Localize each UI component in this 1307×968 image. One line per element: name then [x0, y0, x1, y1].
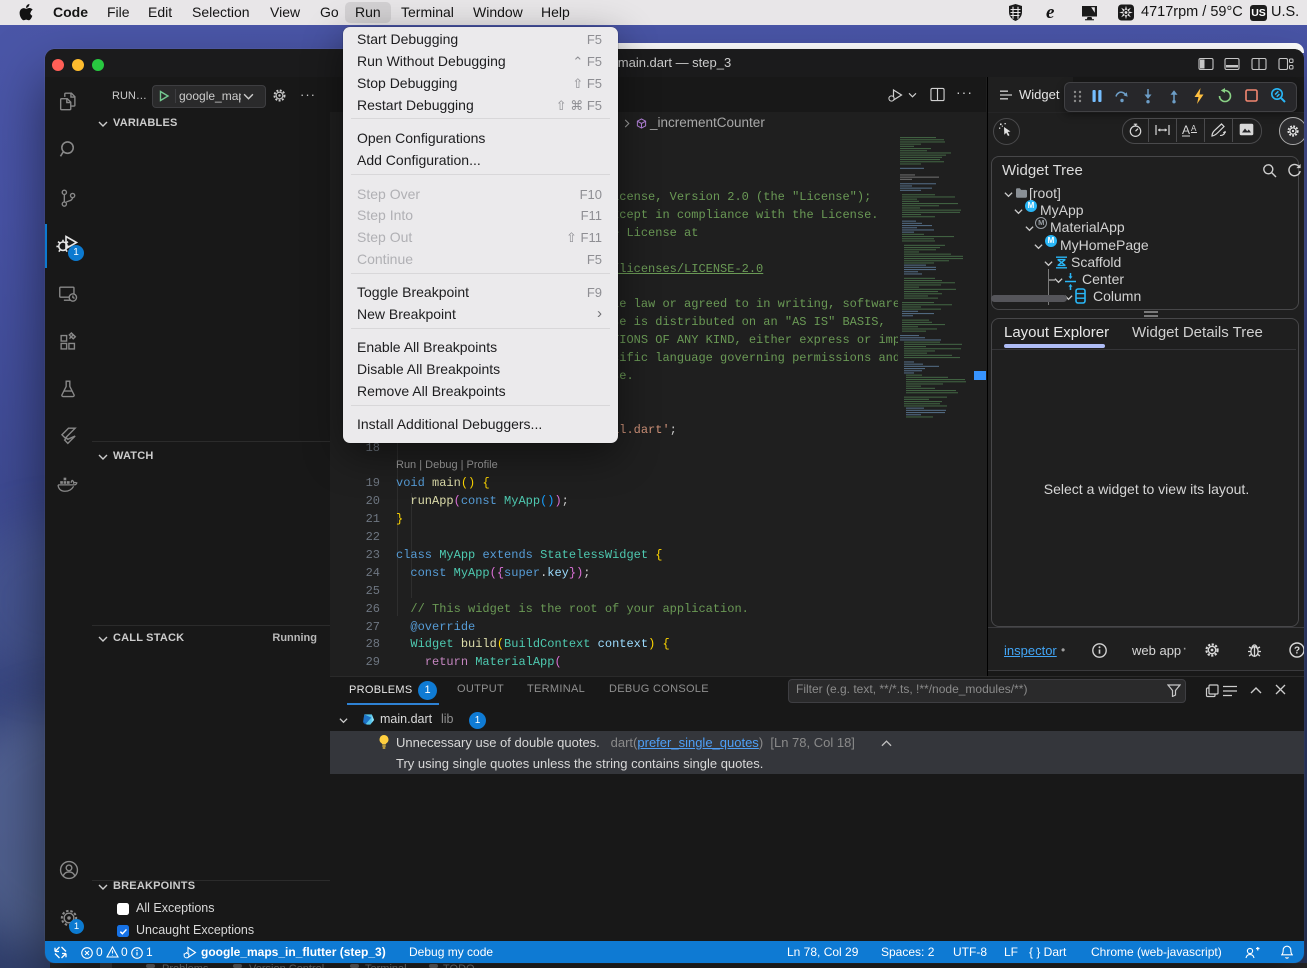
svg-text:A: A — [1191, 124, 1197, 133]
svg-text:A: A — [1182, 123, 1190, 137]
svg-text:?: ? — [1294, 646, 1300, 657]
